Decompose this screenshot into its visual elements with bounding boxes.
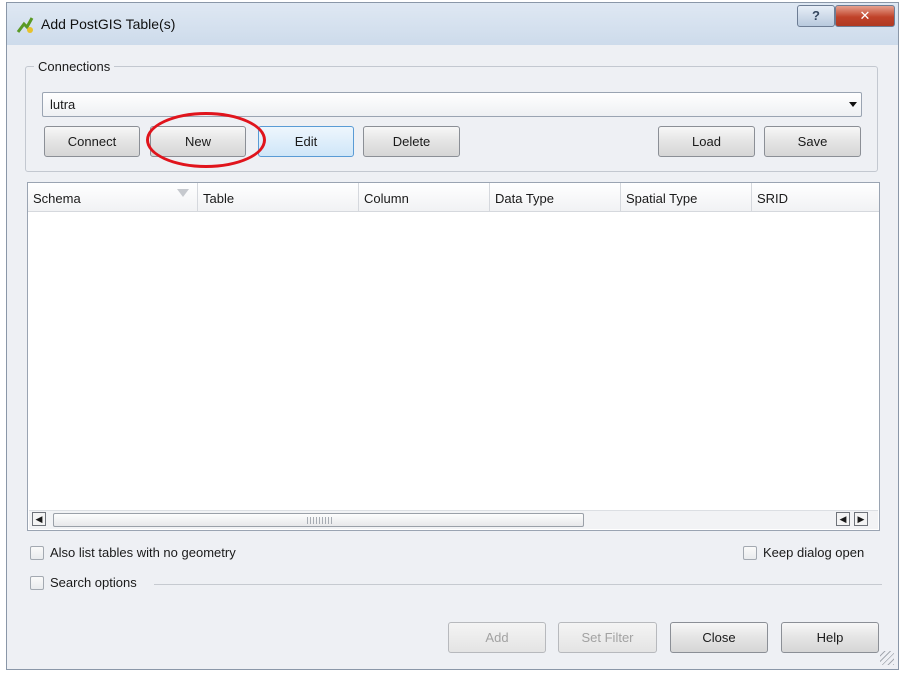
connect-button[interactable]: Connect xyxy=(44,126,140,157)
column-header-column[interactable]: Column xyxy=(359,183,490,212)
sort-indicator-icon xyxy=(177,189,189,197)
keep-dialog-open-label: Keep dialog open xyxy=(763,545,865,560)
also-list-tables-label: Also list tables with no geometry xyxy=(50,545,236,560)
delete-connection-button[interactable]: Delete xyxy=(363,126,460,157)
horizontal-scrollbar[interactable]: ◀ ◀ ▶ xyxy=(29,510,878,529)
close-button[interactable]: Close xyxy=(670,622,768,653)
help-title-button[interactable]: ? xyxy=(797,5,835,27)
search-options-checkbox[interactable] xyxy=(30,576,44,590)
scroll-right-icon[interactable]: ▶ xyxy=(854,512,868,526)
new-connection-button[interactable]: New xyxy=(150,126,246,157)
keep-dialog-open-checkbox[interactable] xyxy=(743,546,757,560)
connections-group-title: Connections xyxy=(34,59,115,74)
add-button[interactable]: Add xyxy=(448,622,546,653)
resize-grip-icon[interactable] xyxy=(880,651,894,665)
column-header-table[interactable]: Table xyxy=(198,183,359,212)
save-connections-button[interactable]: Save xyxy=(764,126,861,157)
edit-connection-button[interactable]: Edit xyxy=(258,126,354,157)
connection-select[interactable]: lutra xyxy=(42,92,862,117)
close-window-button[interactable]: ✕ xyxy=(835,5,895,27)
qgis-logo-icon xyxy=(15,15,35,35)
scroll-left-icon[interactable]: ◀ xyxy=(32,512,46,526)
help-button[interactable]: Help xyxy=(781,622,879,653)
scroll-left-icon[interactable]: ◀ xyxy=(836,512,850,526)
title-bar: Add PostGIS Table(s) ? ✕ xyxy=(7,3,898,45)
also-list-tables-checkbox[interactable] xyxy=(30,546,44,560)
chevron-down-icon xyxy=(849,102,857,107)
search-options-label: Search options xyxy=(50,575,137,590)
grip-icon xyxy=(307,517,333,524)
window-title: Add PostGIS Table(s) xyxy=(41,16,176,32)
column-header-srid[interactable]: SRID xyxy=(752,183,879,212)
scrollbar-thumb[interactable] xyxy=(53,513,584,527)
add-postgis-tables-dialog: Add PostGIS Table(s) ? ✕ Connections lut… xyxy=(6,2,899,670)
load-connections-button[interactable]: Load xyxy=(658,126,755,157)
table-header: Schema Table Column Data Type Spatial Ty… xyxy=(28,183,879,212)
set-filter-button[interactable]: Set Filter xyxy=(558,622,657,653)
column-header-spatial-type[interactable]: Spatial Type xyxy=(621,183,752,212)
tables-list[interactable]: Schema Table Column Data Type Spatial Ty… xyxy=(27,182,880,531)
connection-selected-value: lutra xyxy=(50,97,76,112)
column-header-data-type[interactable]: Data Type xyxy=(490,183,621,212)
search-options-divider xyxy=(154,584,882,585)
column-header-schema[interactable]: Schema xyxy=(28,183,198,212)
